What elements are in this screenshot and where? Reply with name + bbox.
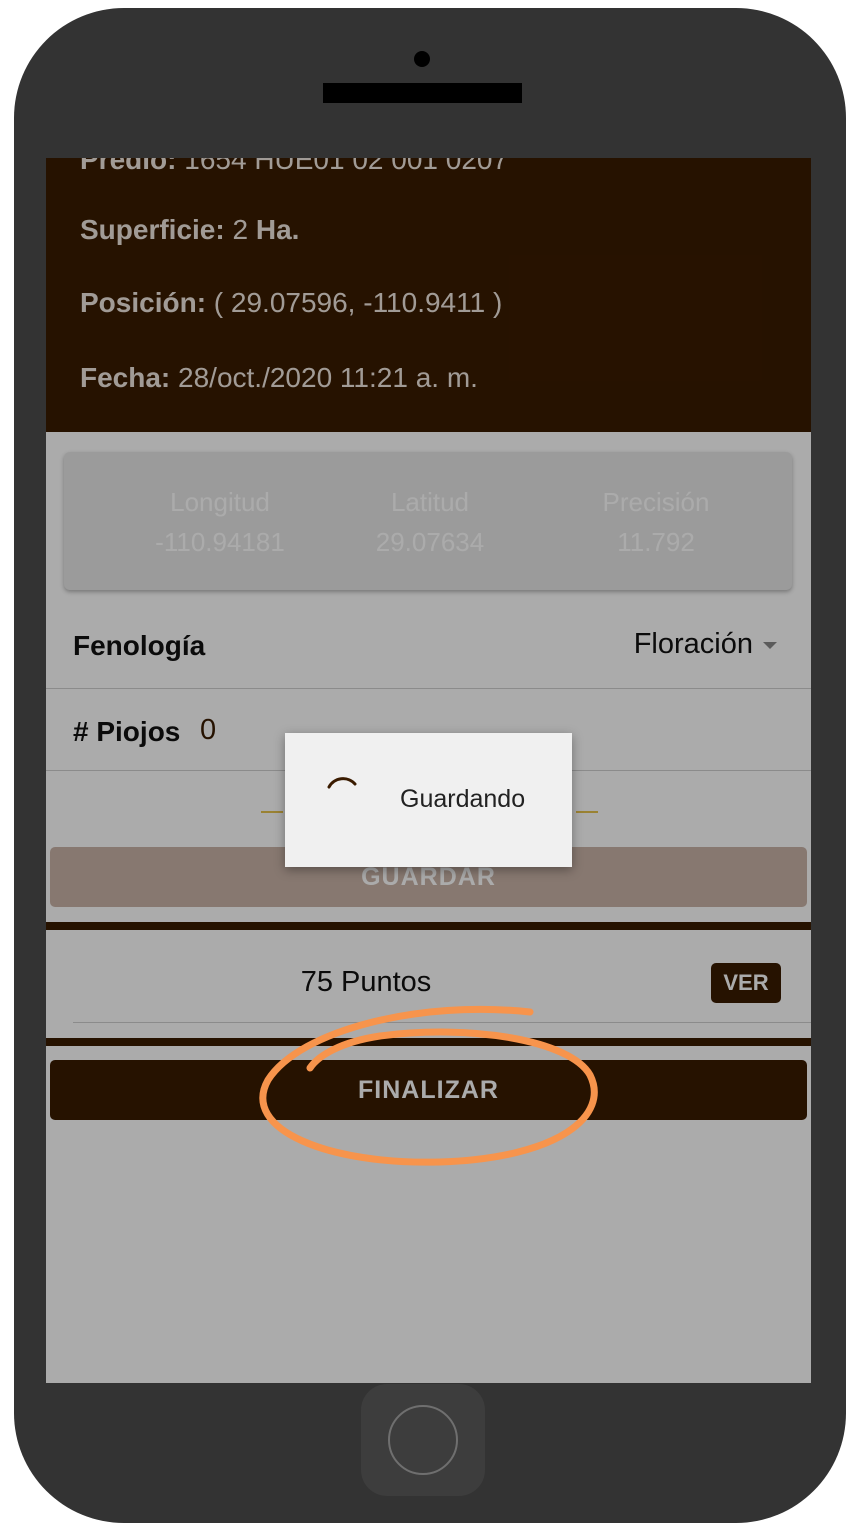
saving-dialog: Guardando <box>285 733 572 867</box>
home-button[interactable] <box>361 1384 485 1496</box>
camera-dot <box>414 51 430 67</box>
speaker-bar <box>323 83 522 103</box>
home-ring-icon <box>388 1405 458 1475</box>
saving-message: Guardando <box>400 785 526 813</box>
app-screen: Predio: 1654 HUE01 02 001 0207 Superfici… <box>46 158 811 1383</box>
spinner-icon <box>327 777 357 789</box>
